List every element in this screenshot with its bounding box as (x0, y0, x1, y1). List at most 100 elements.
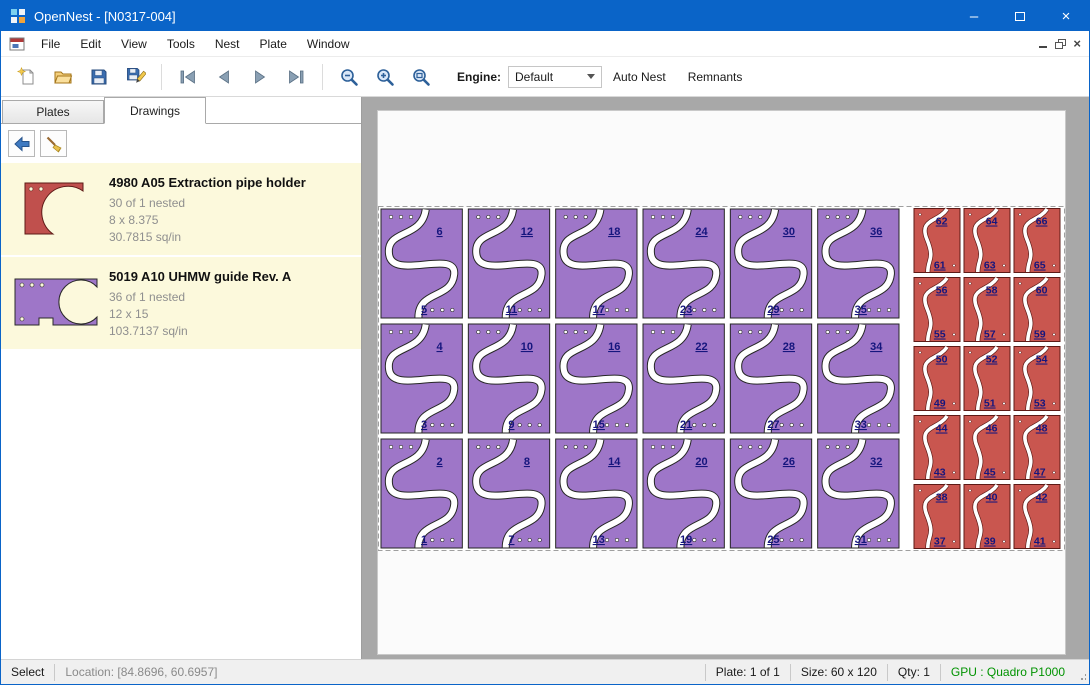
toolbar-separator (322, 64, 323, 90)
statusbar: Select Location: [84.8696, 60.6957] Plat… (1, 659, 1089, 684)
nested-pair-red[interactable]: 5453 (1014, 347, 1060, 411)
open-button[interactable] (48, 62, 78, 92)
zoom-in-button[interactable] (370, 62, 400, 92)
nested-pair-red[interactable]: 4039 (964, 485, 1010, 549)
svg-text:63: 63 (984, 260, 996, 272)
menu-window[interactable]: Window (297, 33, 360, 55)
mdi-close-button[interactable]: × (1073, 36, 1081, 51)
plate-view[interactable]: 6512111817242330293635431091615222128273… (378, 206, 1065, 551)
send-to-plate-button[interactable] (8, 130, 35, 157)
nested-pair-red[interactable]: 6059 (1014, 278, 1060, 342)
tab-plates[interactable]: Plates (2, 100, 104, 123)
tab-drawings[interactable]: Drawings (104, 97, 206, 124)
nested-pair-red[interactable]: 6463 (964, 209, 1010, 273)
main-toolbar: Engine: Default Auto Nest Remnants (1, 57, 1089, 97)
window-minimize-button[interactable]: – (951, 1, 997, 31)
svg-text:28: 28 (783, 341, 795, 353)
nested-pair-purple[interactable]: 3029 (730, 209, 811, 318)
svg-text:22: 22 (695, 341, 707, 353)
toolbar-separator (161, 64, 162, 90)
clear-button[interactable] (40, 130, 67, 157)
nested-pair-purple[interactable]: 43 (381, 324, 462, 433)
nested-pair-purple[interactable]: 1817 (556, 209, 637, 318)
new-button[interactable] (12, 62, 42, 92)
mdi-child-icon[interactable] (9, 36, 25, 52)
mdi-restore-button[interactable] (1055, 37, 1065, 51)
svg-text:42: 42 (1036, 492, 1048, 504)
auto-nest-button[interactable]: Auto Nest (613, 70, 666, 84)
window-close-button[interactable]: × (1043, 1, 1089, 31)
nested-pair-purple[interactable]: 1615 (556, 324, 637, 433)
remnants-button[interactable]: Remnants (688, 70, 743, 84)
nested-pair-purple[interactable]: 3433 (818, 324, 899, 433)
mdi-minimize-button[interactable] (1039, 37, 1047, 51)
status-size: Size: 60 x 120 (791, 665, 887, 679)
zoom-fit-button[interactable] (406, 62, 436, 92)
nested-pair-red[interactable]: 5857 (964, 278, 1010, 342)
svg-text:58: 58 (986, 285, 998, 297)
save-button[interactable] (84, 62, 114, 92)
drawing-item-pipe-holder[interactable]: 4980 A05 Extraction pipe holder 30 of 1 … (1, 163, 361, 257)
chevron-down-icon (587, 74, 595, 79)
save-icon (89, 67, 109, 87)
nested-pair-red[interactable]: 5655 (914, 278, 960, 342)
nested-pair-red[interactable]: 5049 (914, 347, 960, 411)
nested-pair-purple[interactable]: 2019 (643, 439, 724, 548)
drawing-size: 8 x 8.375 (109, 212, 306, 229)
nested-pair-red[interactable]: 5251 (964, 347, 1010, 411)
nested-pair-red[interactable]: 3837 (914, 485, 960, 549)
nested-pair-red[interactable]: 4443 (914, 416, 960, 480)
last-arrow-icon (286, 67, 306, 87)
save-as-button[interactable] (120, 62, 150, 92)
menu-nest[interactable]: Nest (205, 33, 250, 55)
drawing-item-uhmw-guide[interactable]: 5019 A10 UHMW guide Rev. A 36 of 1 neste… (1, 257, 361, 351)
svg-text:8: 8 (524, 456, 530, 468)
svg-text:34: 34 (870, 341, 883, 353)
menu-view[interactable]: View (111, 33, 157, 55)
nested-pair-purple[interactable]: 1413 (556, 439, 637, 548)
nested-pair-purple[interactable]: 3635 (818, 209, 899, 318)
svg-text:9: 9 (508, 419, 514, 431)
nested-pair-red[interactable]: 4241 (1014, 485, 1060, 549)
drawing-area: 30.7815 sq/in (109, 229, 306, 246)
menu-plate[interactable]: Plate (250, 33, 297, 55)
nested-pair-purple[interactable]: 3231 (818, 439, 899, 548)
drawing-nested-count: 30 of 1 nested (109, 195, 306, 212)
engine-dropdown[interactable]: Default (508, 66, 602, 88)
nested-pair-purple[interactable]: 109 (468, 324, 549, 433)
menu-tools[interactable]: Tools (157, 33, 205, 55)
svg-text:38: 38 (936, 492, 948, 504)
nested-pair-purple[interactable]: 1211 (468, 209, 549, 318)
resize-grip-icon[interactable] (1075, 660, 1089, 684)
previous-plate-button[interactable] (209, 62, 239, 92)
menu-edit[interactable]: Edit (70, 33, 111, 55)
drawing-thumbnail (5, 264, 109, 340)
nested-pair-purple[interactable]: 87 (468, 439, 549, 548)
svg-text:19: 19 (680, 534, 692, 546)
nested-pair-red[interactable]: 4645 (964, 416, 1010, 480)
last-plate-button[interactable] (281, 62, 311, 92)
nested-pair-purple[interactable]: 21 (381, 439, 462, 548)
previous-arrow-icon (214, 67, 234, 87)
nested-pair-purple[interactable]: 2221 (643, 324, 724, 433)
svg-text:6: 6 (436, 226, 442, 238)
new-file-icon (17, 67, 37, 87)
nested-pair-purple[interactable]: 2423 (643, 209, 724, 318)
svg-text:31: 31 (855, 534, 867, 546)
svg-text:24: 24 (695, 226, 708, 238)
zoom-out-button[interactable] (334, 62, 364, 92)
next-plate-button[interactable] (245, 62, 275, 92)
nest-canvas[interactable]: 6512111817242330293635431091615222128273… (362, 97, 1089, 659)
nested-pair-purple[interactable]: 2625 (730, 439, 811, 548)
nested-pair-purple[interactable]: 65 (381, 209, 462, 318)
nested-pair-red[interactable]: 6261 (914, 209, 960, 273)
drawing-size: 12 x 15 (109, 306, 291, 323)
first-plate-button[interactable] (173, 62, 203, 92)
nested-pair-red[interactable]: 6665 (1014, 209, 1060, 273)
nested-pair-red[interactable]: 4847 (1014, 416, 1060, 480)
svg-text:39: 39 (984, 536, 996, 548)
menu-file[interactable]: File (31, 33, 70, 55)
svg-text:1: 1 (421, 534, 427, 546)
nested-pair-purple[interactable]: 2827 (730, 324, 811, 433)
window-maximize-button[interactable] (997, 1, 1043, 31)
